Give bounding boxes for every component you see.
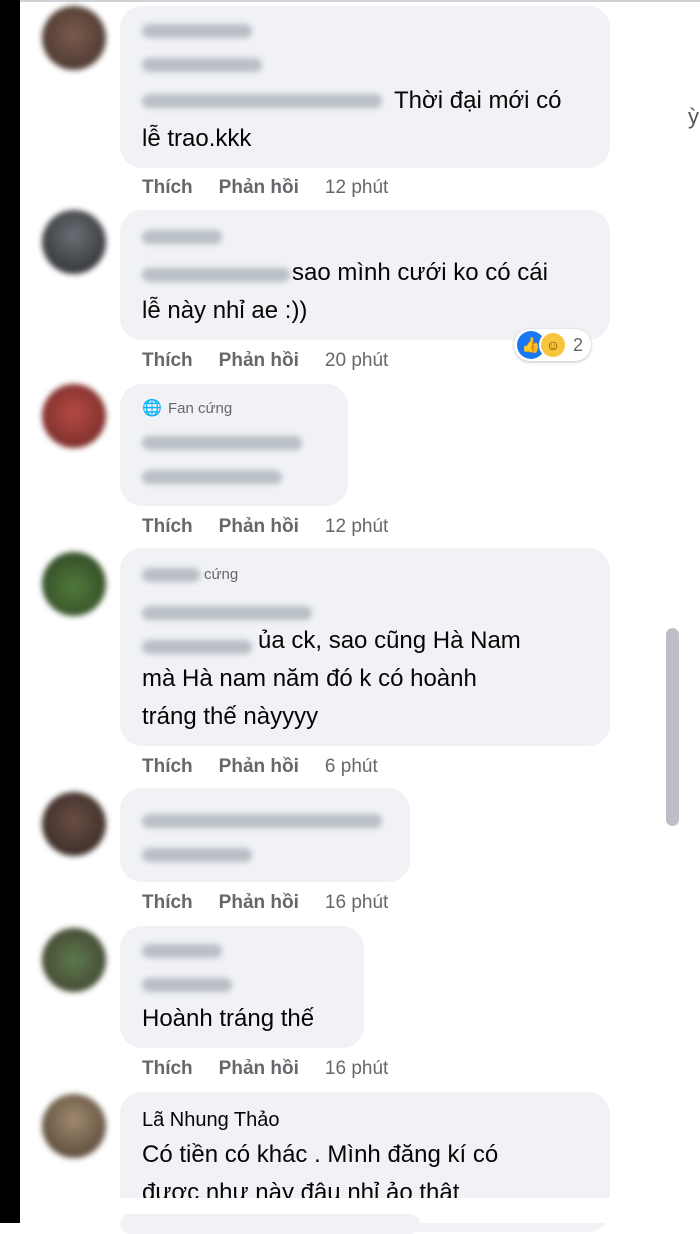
blurred-author (142, 230, 222, 244)
comment-bubble: cứng ủa ck, sao cũng Hà Nam mà Hà nam nă… (120, 548, 610, 746)
top-divider (20, 0, 700, 2)
comment-time[interactable]: 6 phút (325, 756, 378, 777)
avatar[interactable] (42, 210, 106, 274)
fan-badge: Fan cứng (168, 400, 233, 417)
comment-text: ủa ck, sao cũng Hà Nam mà Hà nam năm đó … (142, 627, 521, 730)
comment-time[interactable]: 16 phút (325, 892, 388, 913)
comment-text: sao mình cưới ko có cái lễ này nhỉ ae :)… (142, 259, 548, 324)
like-link[interactable]: Thích (142, 516, 193, 537)
blurred-author (142, 978, 232, 992)
comment-text: Thời đại mới có lễ trao.kkk (142, 87, 562, 152)
avatar[interactable] (42, 1094, 106, 1158)
avatar[interactable] (42, 552, 106, 616)
comment-actions: Thích Phản hồi 16 phút (142, 1057, 388, 1081)
blurred-author (142, 24, 252, 38)
blurred-author (142, 814, 382, 828)
blurred-author (142, 848, 252, 862)
next-comment-bubble (120, 1214, 420, 1234)
comment-bubble: Thời đại mới có lễ trao.kkk (120, 6, 610, 168)
comment-actions: Thích Phản hồi 20 phút (142, 349, 388, 373)
like-link[interactable]: Thích (142, 350, 193, 371)
reaction-summary[interactable]: 👍 ☺ 2 (514, 329, 592, 361)
comment-time[interactable]: 12 phút (325, 516, 388, 537)
blurred-author (142, 470, 282, 484)
comment-bubble: Hoành tráng thế (120, 926, 364, 1048)
blurred-tag (142, 568, 200, 582)
comment-time[interactable]: 12 phút (325, 177, 388, 198)
blurred-author (142, 606, 312, 620)
like-link[interactable]: Thích (142, 756, 193, 777)
avatar[interactable] (42, 6, 106, 70)
reply-link[interactable]: Phản hồi (219, 516, 299, 537)
avatar[interactable] (42, 792, 106, 856)
comment-actions: Thích Phản hồi 16 phút (142, 891, 388, 915)
fan-badge: cứng (204, 566, 239, 583)
comment-time[interactable]: 16 phút (325, 1058, 388, 1079)
comment-bubble: 🌐 Fan cứng (120, 384, 348, 506)
reply-link[interactable]: Phản hồi (219, 177, 299, 198)
comment-bubble: sao mình cưới ko có cái lễ này nhỉ ae :)… (120, 210, 610, 340)
reaction-count: 2 (573, 334, 584, 355)
comment-text: Hoành tráng thế (142, 1005, 315, 1032)
comment-actions: Thích Phản hồi 12 phút (142, 176, 388, 200)
avatar[interactable] (42, 384, 106, 448)
avatar[interactable] (42, 928, 106, 992)
like-link[interactable]: Thích (142, 1058, 193, 1079)
reply-link[interactable]: Phản hồi (219, 350, 299, 371)
reply-link[interactable]: Phản hồi (219, 892, 299, 913)
comment-author[interactable]: Lã Nhung Thảo (142, 1108, 280, 1132)
clipped-text-glyph: ỳ (688, 104, 699, 129)
like-link[interactable]: Thích (142, 892, 193, 913)
reply-link[interactable]: Phản hồi (219, 1058, 299, 1079)
haha-icon: ☺ (539, 331, 567, 359)
comment-time[interactable]: 20 phút (325, 350, 388, 371)
window-left-border (0, 0, 20, 1223)
like-link[interactable]: Thích (142, 177, 193, 198)
comment-actions: Thích Phản hồi 6 phút (142, 755, 378, 779)
blurred-author (142, 944, 222, 958)
comment-bubble (120, 788, 410, 882)
blurred-author (142, 58, 262, 72)
comment-actions: Thích Phản hồi 12 phút (142, 515, 388, 539)
scrollbar-thumb[interactable] (666, 628, 679, 826)
blurred-author (142, 436, 302, 450)
globe-icon: 🌐 (142, 400, 162, 417)
reply-link[interactable]: Phản hồi (219, 756, 299, 777)
